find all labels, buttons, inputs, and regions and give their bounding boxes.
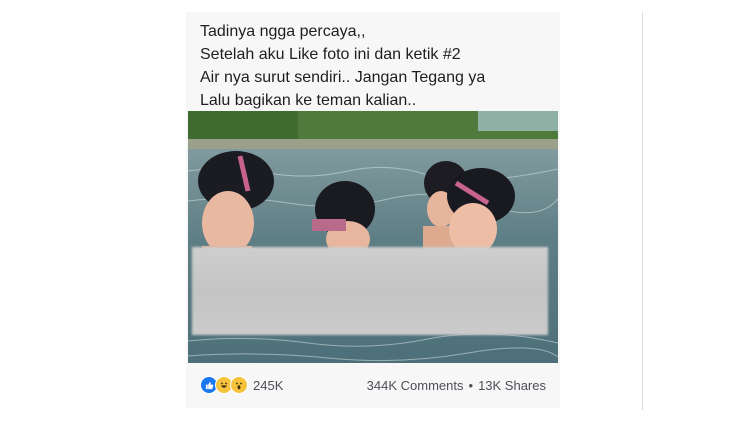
comments-count[interactable]: 344K Comments — [367, 378, 464, 393]
caption-line: Air nya surut sendiri.. Jangan Tegang ya — [200, 69, 486, 86]
censor-blur-box — [192, 247, 548, 335]
stats-separator: • — [468, 378, 474, 393]
reaction-count[interactable]: 245K — [253, 378, 283, 393]
post-photo[interactable] — [188, 111, 558, 363]
reactions-summary[interactable]: 245K — [200, 376, 283, 394]
wow-icon — [230, 376, 248, 394]
shares-count[interactable]: 13K Shares — [478, 378, 546, 393]
caption-line: Lalu bagikan ke teman kalian.. — [200, 92, 417, 109]
post-card: Tadinya ngga percaya,, Setelah aku Like … — [186, 12, 560, 408]
post-caption: Tadinya ngga percaya,, Setelah aku Like … — [200, 20, 550, 112]
caption-line: Setelah aku Like foto ini dan ketik #2 — [200, 46, 461, 63]
post-stats: 344K Comments • 13K Shares — [367, 378, 546, 393]
page-divider — [642, 12, 643, 410]
post-footer: 245K 344K Comments • 13K Shares — [186, 372, 560, 400]
caption-line: Tadinya ngga percaya,, — [200, 23, 366, 40]
